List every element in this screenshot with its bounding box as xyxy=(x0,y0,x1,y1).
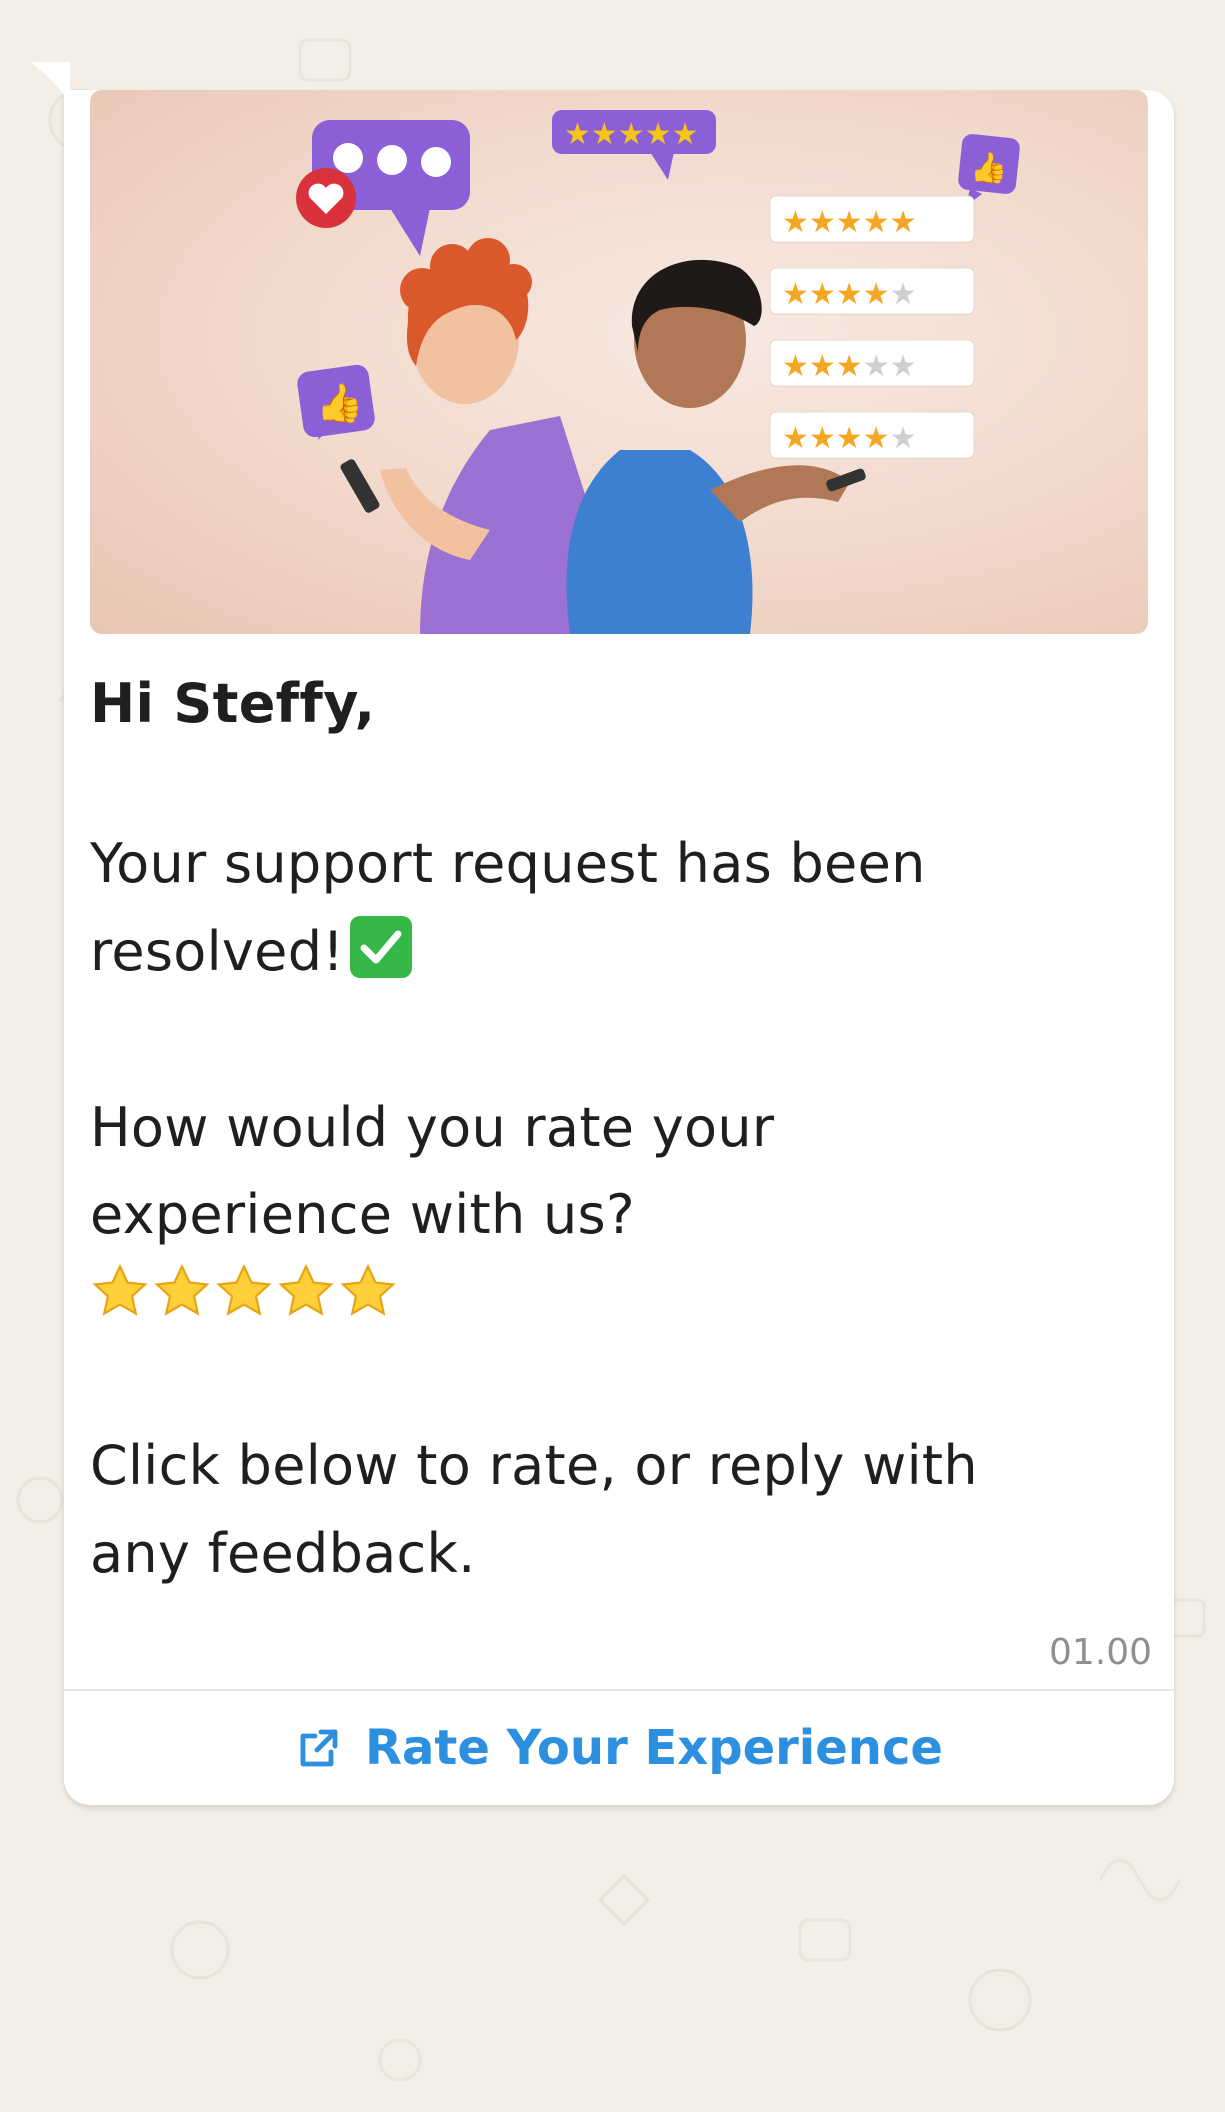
svg-text:👍: 👍 xyxy=(316,381,363,425)
resolved-line-2: resolved! xyxy=(90,908,1148,996)
external-link-icon xyxy=(300,1729,338,1767)
thumbs-up-bubble-left: 👍 xyxy=(297,364,375,440)
rating-card-3: ★★★★★ xyxy=(769,339,975,387)
svg-text:★★★★★: ★★★★★ xyxy=(564,117,698,152)
message-bubble: ★★★★★ 👍 👍 ★★★★★ ★★★★★ ★★★★★ ★★★★★ Hi Ste… xyxy=(64,90,1174,1805)
rate-question-line-1: How would you rate your xyxy=(90,1096,775,1159)
hero-image: ★★★★★ 👍 👍 ★★★★★ ★★★★★ ★★★★★ ★★★★★ xyxy=(90,90,1148,634)
svg-text:★★★★★: ★★★★★ xyxy=(782,277,916,312)
star-icon xyxy=(92,1263,148,1316)
svg-text:👍: 👍 xyxy=(970,150,1007,186)
svg-text:★★★★★: ★★★★★ xyxy=(782,349,916,384)
svg-text:★★★★★: ★★★★★ xyxy=(782,421,916,456)
rate-experience-button[interactable]: Rate Your Experience xyxy=(64,1691,1174,1805)
greeting-text: Hi Steffy, xyxy=(90,672,376,735)
star-icon xyxy=(278,1263,334,1316)
rating-card-4b: ★★★★★ xyxy=(769,411,975,459)
message-timestamp: 01.00 xyxy=(1048,1632,1152,1673)
woman-figure xyxy=(340,238,590,634)
message-bubble-container: ★★★★★ 👍 👍 ★★★★★ ★★★★★ ★★★★★ ★★★★★ Hi Ste… xyxy=(30,62,1178,1805)
star-icon xyxy=(154,1263,210,1316)
thumbs-up-bubble-right: 👍 xyxy=(958,134,1020,206)
feedback-line-1: Click below to rate, or reply with xyxy=(90,1434,978,1497)
message-body: Hi Steffy, Your support request has been… xyxy=(64,634,1174,1598)
star-emoji-row xyxy=(90,1262,1148,1334)
svg-text:★★★★★: ★★★★★ xyxy=(782,205,916,240)
rating-card-4: ★★★★★ xyxy=(769,267,975,315)
star-rating-bubble: ★★★★★ xyxy=(552,110,716,180)
resolved-text: resolved! xyxy=(90,920,345,983)
resolved-line-1: Your support request has been xyxy=(90,832,926,895)
rate-experience-label: Rate Your Experience xyxy=(365,1720,943,1776)
star-icon xyxy=(340,1263,396,1316)
customer-rating-illustration: ★★★★★ 👍 👍 ★★★★★ ★★★★★ ★★★★★ ★★★★★ xyxy=(296,110,1020,634)
heart-icon xyxy=(296,168,356,228)
check-mark-button-icon xyxy=(350,916,413,978)
rate-question-line-2: experience with us? xyxy=(90,1183,635,1246)
star-icon xyxy=(216,1263,272,1316)
feedback-line-2: any feedback. xyxy=(90,1522,476,1585)
rating-card-5: ★★★★★ xyxy=(769,195,975,243)
